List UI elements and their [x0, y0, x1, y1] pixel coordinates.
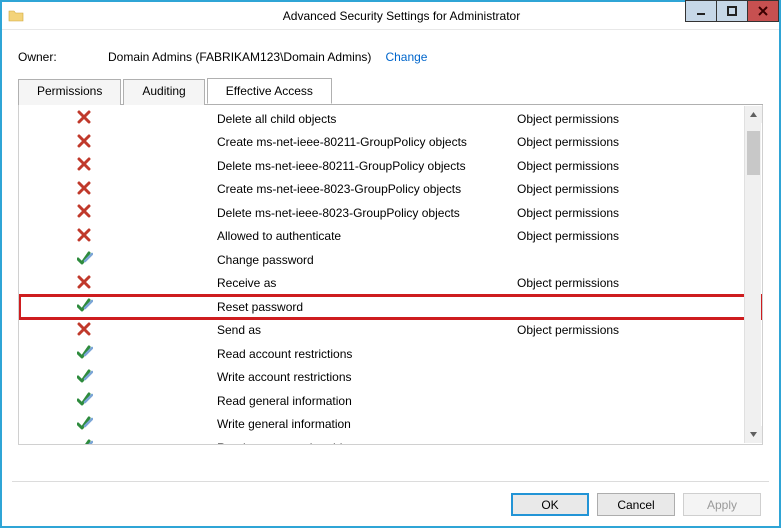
permission-name: Reset password	[217, 300, 517, 314]
list-row[interactable]: Send asObject permissions	[19, 319, 762, 343]
access-limited-by: Object permissions	[517, 159, 717, 173]
access-limited-by: Object permissions	[517, 276, 717, 290]
list-row[interactable]: Allowed to authenticateObject permission…	[19, 225, 762, 249]
list-row[interactable]: Write general information	[19, 413, 762, 437]
access-limited-by: Object permissions	[517, 206, 717, 220]
apply-button[interactable]: Apply	[683, 493, 761, 516]
permission-name: Create ms-net-ieee-80211-GroupPolicy obj…	[217, 135, 517, 149]
cancel-button[interactable]: Cancel	[597, 493, 675, 516]
title-bar: Advanced Security Settings for Administr…	[2, 2, 779, 30]
owner-value: Domain Admins (FABRIKAM123\Domain Admins…	[108, 50, 371, 64]
permission-name: Read group membership	[217, 441, 517, 445]
deny-icon	[77, 228, 91, 245]
minimize-button[interactable]	[685, 0, 717, 22]
effective-access-list-container: Delete all child objectsObject permissio…	[18, 105, 763, 445]
owner-row: Owner: Domain Admins (FABRIKAM123\Domain…	[18, 50, 763, 64]
access-limited-by: Object permissions	[517, 229, 717, 243]
folder-icon	[8, 8, 24, 24]
allow-icon	[77, 345, 93, 362]
access-limited-by: Object permissions	[517, 112, 717, 126]
permission-name: Delete ms-net-ieee-8023-GroupPolicy obje…	[217, 206, 517, 220]
tab-effective-access[interactable]: Effective Access	[207, 78, 332, 104]
permission-name: Write general information	[217, 417, 517, 431]
effective-access-list[interactable]: Delete all child objectsObject permissio…	[18, 105, 763, 445]
permission-name: Receive as	[217, 276, 517, 290]
allow-icon	[77, 416, 93, 433]
allow-icon	[77, 439, 93, 445]
allow-icon	[77, 392, 93, 409]
tab-auditing[interactable]: Auditing	[123, 79, 204, 105]
permission-name: Delete all child objects	[217, 112, 517, 126]
list-row[interactable]: Change password	[19, 248, 762, 272]
window-controls	[686, 0, 779, 22]
permission-name: Write account restrictions	[217, 370, 517, 384]
deny-icon	[77, 204, 91, 221]
close-button[interactable]	[747, 0, 779, 22]
list-row[interactable]: Read general information	[19, 389, 762, 413]
scroll-track[interactable]	[745, 123, 762, 426]
list-row[interactable]: Read group membership	[19, 436, 762, 445]
permission-name: Send as	[217, 323, 517, 337]
deny-icon	[77, 157, 91, 174]
deny-icon	[77, 275, 91, 292]
list-row[interactable]: Create ms-net-ieee-8023-GroupPolicy obje…	[19, 178, 762, 202]
list-row[interactable]: Reset password	[19, 295, 762, 319]
permission-name: Read account restrictions	[217, 347, 517, 361]
window-title: Advanced Security Settings for Administr…	[24, 9, 779, 23]
owner-label: Owner:	[18, 50, 108, 64]
permission-name: Create ms-net-ieee-8023-GroupPolicy obje…	[217, 182, 517, 196]
scroll-thumb[interactable]	[747, 131, 760, 175]
deny-icon	[77, 110, 91, 127]
tab-permissions[interactable]: Permissions	[18, 79, 121, 105]
list-row[interactable]: Receive asObject permissions	[19, 272, 762, 296]
list-row[interactable]: Create ms-net-ieee-80211-GroupPolicy obj…	[19, 131, 762, 155]
deny-icon	[77, 322, 91, 339]
permission-name: Change password	[217, 253, 517, 267]
separator	[12, 481, 769, 482]
window: Advanced Security Settings for Administr…	[0, 0, 781, 528]
allow-icon	[77, 369, 93, 386]
access-limited-by: Object permissions	[517, 135, 717, 149]
tab-strip: Permissions Auditing Effective Access	[18, 78, 763, 105]
change-owner-link[interactable]: Change	[385, 50, 427, 64]
access-limited-by: Object permissions	[517, 182, 717, 196]
allow-icon	[77, 251, 93, 268]
permission-name: Delete ms-net-ieee-80211-GroupPolicy obj…	[217, 159, 517, 173]
maximize-button[interactable]	[716, 0, 748, 22]
permission-name: Read general information	[217, 394, 517, 408]
scroll-down-button[interactable]	[745, 426, 762, 443]
content-area: Owner: Domain Admins (FABRIKAM123\Domain…	[2, 30, 779, 470]
allow-icon	[77, 298, 93, 315]
access-limited-by: Object permissions	[517, 323, 717, 337]
deny-icon	[77, 181, 91, 198]
list-row[interactable]: Read account restrictions	[19, 342, 762, 366]
list-row[interactable]: Write account restrictions	[19, 366, 762, 390]
list-row[interactable]: Delete ms-net-ieee-8023-GroupPolicy obje…	[19, 201, 762, 225]
list-row[interactable]: Delete all child objectsObject permissio…	[19, 107, 762, 131]
ok-button[interactable]: OK	[511, 493, 589, 516]
deny-icon	[77, 134, 91, 151]
list-row[interactable]: Delete ms-net-ieee-80211-GroupPolicy obj…	[19, 154, 762, 178]
permission-name: Allowed to authenticate	[217, 229, 517, 243]
dialog-buttons: OK Cancel Apply	[511, 493, 761, 516]
scroll-up-button[interactable]	[745, 106, 762, 123]
vertical-scrollbar[interactable]	[744, 106, 761, 443]
